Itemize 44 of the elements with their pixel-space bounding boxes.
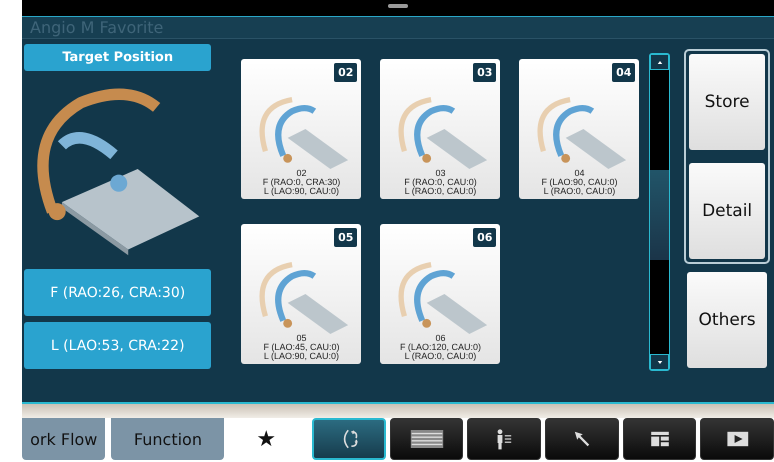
rotate-tool-button[interactable] — [312, 418, 386, 460]
preset-number-badge: 02 — [334, 63, 358, 82]
down-arrow-icon — [656, 360, 663, 364]
preset-card[interactable]: 04 04 F (LAO:90, CAU:0) L (RAO:0, CAU:0) — [519, 59, 640, 199]
frontal-angle: F (LAO:45, CAU:0) — [263, 343, 340, 352]
tab[interactable]: ork Flow — [22, 418, 106, 460]
list-tool-button[interactable] — [390, 418, 464, 460]
frontal-angle: F (LAO:90, CAU:0) — [541, 178, 618, 187]
preset-card[interactable]: 05 05 F (LAO:45, CAU:0) L (LAO:90, CAU:0) — [241, 224, 362, 364]
frontal-angle: F (RAO:0, CAU:0) — [404, 178, 477, 187]
preset-card[interactable]: 03 03 F (RAO:0, CAU:0) L (RAO:0, CAU:0) — [380, 59, 500, 199]
frontal-angle: F (LAO:120, CAU:0) — [400, 343, 481, 352]
preset-number-badge: 06 — [473, 228, 496, 247]
preset-number-badge: 04 — [612, 63, 636, 82]
action-button[interactable]: Detail — [689, 163, 765, 259]
action-button[interactable]: Store — [689, 54, 765, 150]
lateral-angle: L (LAO:90, CAU:0) — [264, 352, 340, 361]
drag-handle-icon[interactable] — [388, 4, 408, 8]
preset-card[interactable]: 02 02 F (RAO:0, CRA:30) L (LAO:90, CAU:0) — [241, 59, 362, 199]
person-tool-button[interactable] — [467, 418, 542, 460]
preset-card[interactable]: 06 06 F (LAO:120, CAU:0) L (RAO:0, CAU:0) — [380, 224, 500, 364]
lateral-angle: L (RAO:0, CAU:0) — [404, 352, 476, 361]
preset-number: 06 — [435, 334, 446, 343]
preset-number: 02 — [296, 169, 306, 178]
play-tool-button[interactable] — [700, 418, 774, 460]
scrollbar[interactable] — [649, 53, 670, 371]
up-arrow-icon — [656, 60, 663, 64]
scroll-down-button[interactable] — [650, 354, 670, 370]
scroll-thumb[interactable] — [650, 170, 670, 260]
preset-number: 03 — [435, 169, 446, 178]
layout-tool-button[interactable] — [622, 418, 696, 460]
lateral-angle: L (RAO:0, CAU:0) — [404, 187, 476, 196]
list-icon — [408, 428, 445, 450]
preset-number-badge: 05 — [334, 228, 358, 247]
action-button[interactable]: Others — [687, 272, 767, 368]
frontal-angle: F (RAO:0, CRA:30) — [262, 178, 340, 187]
lateral-angle: L (LAO:90, CAU:0) — [264, 187, 340, 196]
preset-number-badge: 03 — [473, 63, 496, 82]
pointer-tool-button[interactable] — [545, 418, 619, 460]
lateral-angle: L (RAO:0, CAU:0) — [544, 187, 616, 196]
scroll-up-button[interactable] — [650, 54, 670, 70]
preset-number: 04 — [574, 169, 584, 178]
preset-number: 05 — [296, 334, 306, 343]
tab[interactable]: Function — [111, 418, 224, 460]
